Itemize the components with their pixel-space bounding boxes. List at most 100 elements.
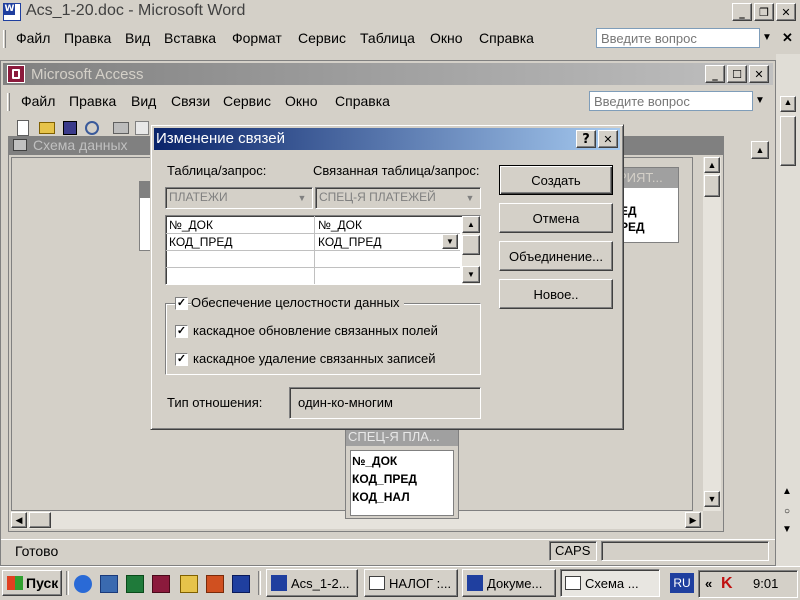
- print-preview-icon[interactable]: [135, 121, 149, 135]
- cascade-update-label[interactable]: каскадное обновление связанных полей: [193, 323, 438, 338]
- word-menu-insert[interactable]: Вставка: [164, 28, 216, 48]
- word-ask-question-input[interactable]: Введите вопрос: [596, 28, 760, 48]
- schema-table-right-title: РИЯТ...: [616, 168, 678, 188]
- cascade-delete-checkbox[interactable]: ✓: [175, 353, 188, 366]
- excel-icon[interactable]: [126, 575, 144, 593]
- grid-cell[interactable]: КОД_ПРЕД: [315, 234, 460, 250]
- word-menu-edit[interactable]: Правка: [64, 28, 111, 48]
- access-title-bar[interactable]: Microsoft Access _ ☐ ✕: [3, 63, 773, 85]
- word-menu-file[interactable]: Файл: [16, 28, 50, 48]
- fields-grid[interactable]: №_ДОК №_ДОК КОД_ПРЕД КОД_ПРЕД ▼ ▲ ▼: [165, 215, 481, 285]
- schema-scroll-right-button[interactable]: ▶: [685, 512, 701, 528]
- access-menu-edit[interactable]: Правка: [69, 91, 116, 111]
- schema-hscroll-thumb[interactable]: [29, 512, 51, 528]
- grid-cell[interactable]: [315, 268, 460, 284]
- explorer-folder-icon[interactable]: [180, 575, 198, 593]
- grid-scroll-up-button[interactable]: ▲: [462, 216, 480, 233]
- grid-cell[interactable]: [166, 251, 312, 267]
- grid-cell-dropdown-icon[interactable]: ▼: [442, 234, 458, 249]
- grid-cell[interactable]: №_ДОК: [315, 217, 460, 233]
- tray-expand-icon[interactable]: «: [705, 576, 712, 591]
- grid-scroll-down-button[interactable]: ▼: [462, 266, 480, 283]
- word-menu-window[interactable]: Окно: [430, 28, 463, 48]
- integrity-checkbox[interactable]: ✓: [175, 297, 188, 310]
- grid-cell[interactable]: КОД_ПРЕД: [166, 234, 312, 250]
- help-button[interactable]: ?: [576, 130, 596, 148]
- print-icon[interactable]: [113, 122, 129, 134]
- antivirus-icon[interactable]: K: [721, 575, 733, 593]
- save-icon[interactable]: [63, 121, 77, 135]
- cancel-button[interactable]: Отмена: [499, 203, 613, 233]
- create-button[interactable]: Создать: [499, 165, 613, 195]
- task-schema-active[interactable]: Схема ...: [560, 569, 660, 597]
- task-nalog[interactable]: НАЛОГ :...: [364, 569, 458, 597]
- word-title-bar[interactable]: W Acs_1-20.doc - Microsoft Word _ ❐ ✕: [0, 0, 800, 24]
- open-folder-icon[interactable]: [39, 122, 55, 134]
- word-menu-view[interactable]: Вид: [125, 28, 150, 48]
- word-menu-table[interactable]: Таблица: [360, 28, 415, 48]
- task-document[interactable]: Докуме...: [462, 569, 556, 597]
- access-minimize-button[interactable]: _: [705, 65, 725, 83]
- table-select-chevron-down-icon: ▼: [297, 193, 307, 203]
- schema-scroll-thumb[interactable]: [704, 175, 720, 197]
- word-ask-dropdown-icon[interactable]: ▼: [762, 32, 772, 43]
- word-menu-close-icon[interactable]: ✕: [782, 30, 793, 46]
- powerpoint-icon[interactable]: [206, 575, 224, 593]
- grid-cell[interactable]: [315, 251, 460, 267]
- word-minimize-button[interactable]: _: [732, 3, 752, 21]
- schema-table-right[interactable]: РИЯТ... ЕД РЕД: [615, 167, 679, 243]
- search-icon[interactable]: [85, 121, 99, 135]
- access-icon[interactable]: [152, 575, 170, 593]
- access-close-button[interactable]: ✕: [749, 65, 769, 83]
- word-vertical-scrollbar[interactable]: ▲ ▲ ○ ▼ ▼: [776, 54, 800, 566]
- grid-cell[interactable]: [166, 268, 312, 284]
- start-button[interactable]: Пуск: [2, 570, 62, 596]
- access-menu-window[interactable]: Окно: [285, 91, 318, 111]
- access-ask-dropdown-icon[interactable]: ▼: [755, 95, 765, 106]
- new-document-icon[interactable]: [17, 120, 29, 136]
- cascade-delete-label[interactable]: каскадное удаление связанных записей: [193, 351, 436, 366]
- clock[interactable]: 9:01: [753, 576, 778, 591]
- access-scroll-up-button[interactable]: ▲: [751, 141, 769, 159]
- word-menu-format[interactable]: Формат: [232, 28, 282, 48]
- dialog-close-button[interactable]: ✕: [598, 130, 618, 148]
- schema-scroll-left-button[interactable]: ◀: [11, 512, 27, 528]
- access-menu-help[interactable]: Справка: [335, 91, 390, 111]
- integrity-label[interactable]: Обеспечение целостности данных: [191, 295, 404, 310]
- schema-table-bottom-title: СПЕЦ-Я ПЛА...: [346, 428, 458, 446]
- access-ask-question-input[interactable]: Введите вопрос: [589, 91, 753, 111]
- access-menu-file[interactable]: Файл: [21, 91, 55, 111]
- access-vertical-scrollbar[interactable]: ▲: [747, 141, 773, 537]
- schema-vertical-scrollbar[interactable]: ▲ ▼: [703, 157, 721, 511]
- word-browse-object-icon[interactable]: ○: [784, 506, 790, 517]
- outlook-icon[interactable]: [100, 575, 118, 593]
- grid-cell[interactable]: №_ДОК: [166, 217, 312, 233]
- schema-table-bottom[interactable]: СПЕЦ-Я ПЛА... №_ДОК КОД_ПРЕД КОД_НАЛ: [345, 423, 459, 519]
- word-close-button[interactable]: ✕: [776, 3, 796, 21]
- word-browse-next-icon[interactable]: ▼: [782, 524, 792, 535]
- word-scroll-thumb[interactable]: [780, 116, 796, 166]
- schema-scroll-down-button[interactable]: ▼: [704, 491, 720, 507]
- schema-field: №_ДОК: [352, 454, 398, 468]
- access-menu-view[interactable]: Вид: [131, 91, 156, 111]
- ie-icon[interactable]: [74, 575, 92, 593]
- system-tray: « K 9:01: [698, 570, 798, 598]
- word-browse-prev-icon[interactable]: ▲: [782, 486, 792, 497]
- cascade-update-checkbox[interactable]: ✓: [175, 325, 188, 338]
- language-indicator[interactable]: RU: [670, 573, 694, 593]
- word-menu-help[interactable]: Справка: [479, 28, 534, 48]
- dialog-title-bar[interactable]: Изменение связей ? ✕: [154, 128, 620, 150]
- word-scroll-up-button[interactable]: ▲: [780, 96, 796, 112]
- word-icon[interactable]: [232, 575, 250, 593]
- access-menu-tools[interactable]: Сервис: [223, 91, 271, 111]
- word-menu-tools[interactable]: Сервис: [298, 28, 346, 48]
- task-word-doc[interactable]: Acs_1-2...: [266, 569, 358, 597]
- access-maximize-button[interactable]: ☐: [727, 65, 747, 83]
- join-type-button[interactable]: Объединение...: [499, 241, 613, 271]
- schema-scroll-up-button[interactable]: ▲: [704, 157, 720, 173]
- grid-scroll-thumb[interactable]: [462, 235, 480, 255]
- new-button[interactable]: Новое..: [499, 279, 613, 309]
- grid-vertical-scrollbar[interactable]: ▲ ▼: [462, 216, 480, 284]
- word-restore-button[interactable]: ❐: [754, 3, 774, 21]
- access-menu-relations[interactable]: Связи: [171, 91, 210, 111]
